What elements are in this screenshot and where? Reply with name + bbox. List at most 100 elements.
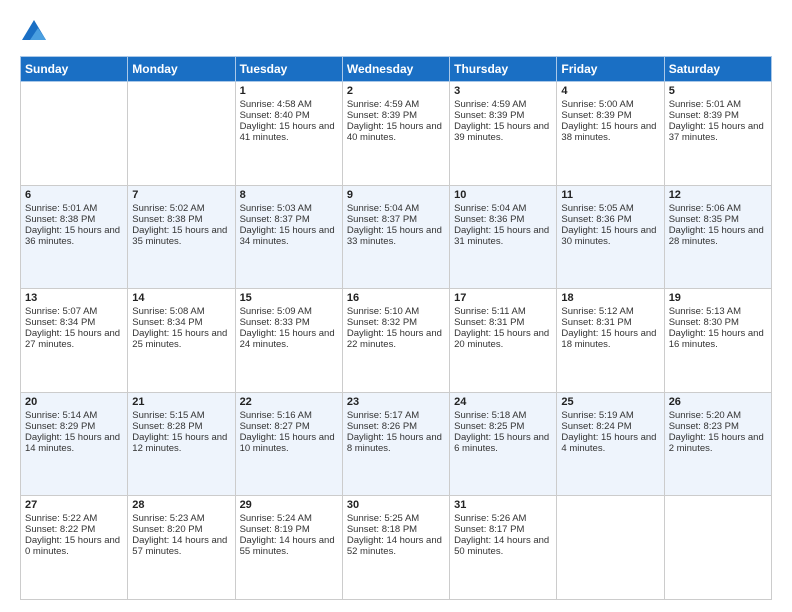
- daylight-text: Daylight: 15 hours and 36 minutes.: [25, 225, 123, 247]
- daylight-text: Daylight: 15 hours and 28 minutes.: [669, 225, 767, 247]
- calendar-cell: 1Sunrise: 4:58 AMSunset: 8:40 PMDaylight…: [235, 82, 342, 186]
- sunset-text: Sunset: 8:27 PM: [240, 421, 338, 432]
- calendar-cell: 4Sunrise: 5:00 AMSunset: 8:39 PMDaylight…: [557, 82, 664, 186]
- sunset-text: Sunset: 8:30 PM: [669, 317, 767, 328]
- day-number: 2: [347, 85, 445, 97]
- calendar-cell: 31Sunrise: 5:26 AMSunset: 8:17 PMDayligh…: [450, 496, 557, 600]
- daylight-text: Daylight: 15 hours and 31 minutes.: [454, 225, 552, 247]
- day-number: 22: [240, 396, 338, 408]
- day-number: 17: [454, 292, 552, 304]
- daylight-text: Daylight: 15 hours and 37 minutes.: [669, 121, 767, 143]
- sunset-text: Sunset: 8:28 PM: [132, 421, 230, 432]
- sunrise-text: Sunrise: 5:16 AM: [240, 410, 338, 421]
- daylight-text: Daylight: 15 hours and 39 minutes.: [454, 121, 552, 143]
- sunset-text: Sunset: 8:39 PM: [454, 110, 552, 121]
- calendar-cell: 24Sunrise: 5:18 AMSunset: 8:25 PMDayligh…: [450, 392, 557, 496]
- daylight-text: Daylight: 15 hours and 12 minutes.: [132, 432, 230, 454]
- sunrise-text: Sunrise: 5:12 AM: [561, 306, 659, 317]
- header: [20, 18, 772, 46]
- daylight-text: Daylight: 15 hours and 34 minutes.: [240, 225, 338, 247]
- day-number: 1: [240, 85, 338, 97]
- sunset-text: Sunset: 8:31 PM: [454, 317, 552, 328]
- calendar-cell: 8Sunrise: 5:03 AMSunset: 8:37 PMDaylight…: [235, 185, 342, 289]
- daylight-text: Daylight: 15 hours and 10 minutes.: [240, 432, 338, 454]
- daylight-text: Daylight: 15 hours and 27 minutes.: [25, 328, 123, 350]
- day-number: 3: [454, 85, 552, 97]
- calendar-cell: 15Sunrise: 5:09 AMSunset: 8:33 PMDayligh…: [235, 289, 342, 393]
- sunrise-text: Sunrise: 5:04 AM: [454, 203, 552, 214]
- daylight-text: Daylight: 15 hours and 24 minutes.: [240, 328, 338, 350]
- week-row-1: 6Sunrise: 5:01 AMSunset: 8:38 PMDaylight…: [21, 185, 772, 289]
- day-number: 16: [347, 292, 445, 304]
- page: SundayMondayTuesdayWednesdayThursdayFrid…: [0, 0, 792, 612]
- sunrise-text: Sunrise: 4:59 AM: [347, 99, 445, 110]
- weekday-header-monday: Monday: [128, 57, 235, 82]
- calendar-cell: 10 Sunrise: 5:04 AMSunset: 8:36 PMDayligh…: [450, 185, 557, 289]
- day-number: 28: [132, 499, 230, 511]
- sunset-text: Sunset: 8:34 PM: [25, 317, 123, 328]
- day-number: 13: [25, 292, 123, 304]
- calendar-cell: [128, 82, 235, 186]
- calendar-cell: 7Sunrise: 5:02 AMSunset: 8:38 PMDaylight…: [128, 185, 235, 289]
- day-number: 21: [132, 396, 230, 408]
- calendar-cell: 14Sunrise: 5:08 AMSunset: 8:34 PMDayligh…: [128, 289, 235, 393]
- sunset-text: Sunset: 8:40 PM: [240, 110, 338, 121]
- sunrise-text: Sunrise: 5:08 AM: [132, 306, 230, 317]
- sunrise-text: Sunrise: 5:10 AM: [347, 306, 445, 317]
- day-number: 23: [347, 396, 445, 408]
- sunset-text: Sunset: 8:39 PM: [561, 110, 659, 121]
- calendar-cell: 2Sunrise: 4:59 AMSunset: 8:39 PMDaylight…: [342, 82, 449, 186]
- sunrise-text: Sunrise: 5:20 AM: [669, 410, 767, 421]
- sunrise-text: Sunrise: 5:24 AM: [240, 513, 338, 524]
- sunrise-text: Sunrise: 5:18 AM: [454, 410, 552, 421]
- calendar-cell: 26Sunrise: 5:20 AMSunset: 8:23 PMDayligh…: [664, 392, 771, 496]
- sunset-text: Sunset: 8:36 PM: [454, 214, 552, 225]
- sunset-text: Sunset: 8:20 PM: [132, 524, 230, 535]
- weekday-header-thursday: Thursday: [450, 57, 557, 82]
- calendar-body: 1Sunrise: 4:58 AMSunset: 8:40 PMDaylight…: [21, 82, 772, 600]
- sunrise-text: Sunrise: 5:14 AM: [25, 410, 123, 421]
- daylight-text: Daylight: 15 hours and 4 minutes.: [561, 432, 659, 454]
- day-number: 8: [240, 189, 338, 201]
- daylight-text: Daylight: 14 hours and 52 minutes.: [347, 535, 445, 557]
- sunrise-text: Sunrise: 5:00 AM: [561, 99, 659, 110]
- day-number: 4: [561, 85, 659, 97]
- daylight-text: Daylight: 15 hours and 41 minutes.: [240, 121, 338, 143]
- day-number: 18: [561, 292, 659, 304]
- day-number: 6: [25, 189, 123, 201]
- day-number: 25: [561, 396, 659, 408]
- week-row-3: 20Sunrise: 5:14 AMSunset: 8:29 PMDayligh…: [21, 392, 772, 496]
- daylight-text: Daylight: 15 hours and 30 minutes.: [561, 225, 659, 247]
- sunset-text: Sunset: 8:36 PM: [561, 214, 659, 225]
- weekday-header-saturday: Saturday: [664, 57, 771, 82]
- calendar-cell: 11Sunrise: 5:05 AMSunset: 8:36 PMDayligh…: [557, 185, 664, 289]
- sunset-text: Sunset: 8:19 PM: [240, 524, 338, 535]
- sunset-text: Sunset: 8:32 PM: [347, 317, 445, 328]
- sunrise-text: Sunrise: 5:25 AM: [347, 513, 445, 524]
- daylight-text: Daylight: 15 hours and 2 minutes.: [669, 432, 767, 454]
- week-row-2: 13Sunrise: 5:07 AMSunset: 8:34 PMDayligh…: [21, 289, 772, 393]
- week-row-4: 27Sunrise: 5:22 AMSunset: 8:22 PMDayligh…: [21, 496, 772, 600]
- calendar-cell: 28Sunrise: 5:23 AMSunset: 8:20 PMDayligh…: [128, 496, 235, 600]
- sunrise-text: Sunrise: 5:19 AM: [561, 410, 659, 421]
- sunrise-text: Sunrise: 5:01 AM: [25, 203, 123, 214]
- sunrise-text: Sunrise: 5:13 AM: [669, 306, 767, 317]
- sunrise-text: Sunrise: 5:07 AM: [25, 306, 123, 317]
- day-number: 24: [454, 396, 552, 408]
- weekday-header-sunday: Sunday: [21, 57, 128, 82]
- daylight-text: Daylight: 14 hours and 50 minutes.: [454, 535, 552, 557]
- day-number: 31: [454, 499, 552, 511]
- sunset-text: Sunset: 8:37 PM: [240, 214, 338, 225]
- calendar-cell: [21, 82, 128, 186]
- weekday-header-wednesday: Wednesday: [342, 57, 449, 82]
- day-number: 10: [454, 189, 552, 201]
- sunset-text: Sunset: 8:22 PM: [25, 524, 123, 535]
- daylight-text: Daylight: 15 hours and 6 minutes.: [454, 432, 552, 454]
- calendar-cell: 12Sunrise: 5:06 AMSunset: 8:35 PMDayligh…: [664, 185, 771, 289]
- day-number: 7: [132, 189, 230, 201]
- daylight-text: Daylight: 15 hours and 35 minutes.: [132, 225, 230, 247]
- day-number: 29: [240, 499, 338, 511]
- calendar-table: SundayMondayTuesdayWednesdayThursdayFrid…: [20, 56, 772, 600]
- calendar-cell: 17Sunrise: 5:11 AMSunset: 8:31 PMDayligh…: [450, 289, 557, 393]
- weekday-header-tuesday: Tuesday: [235, 57, 342, 82]
